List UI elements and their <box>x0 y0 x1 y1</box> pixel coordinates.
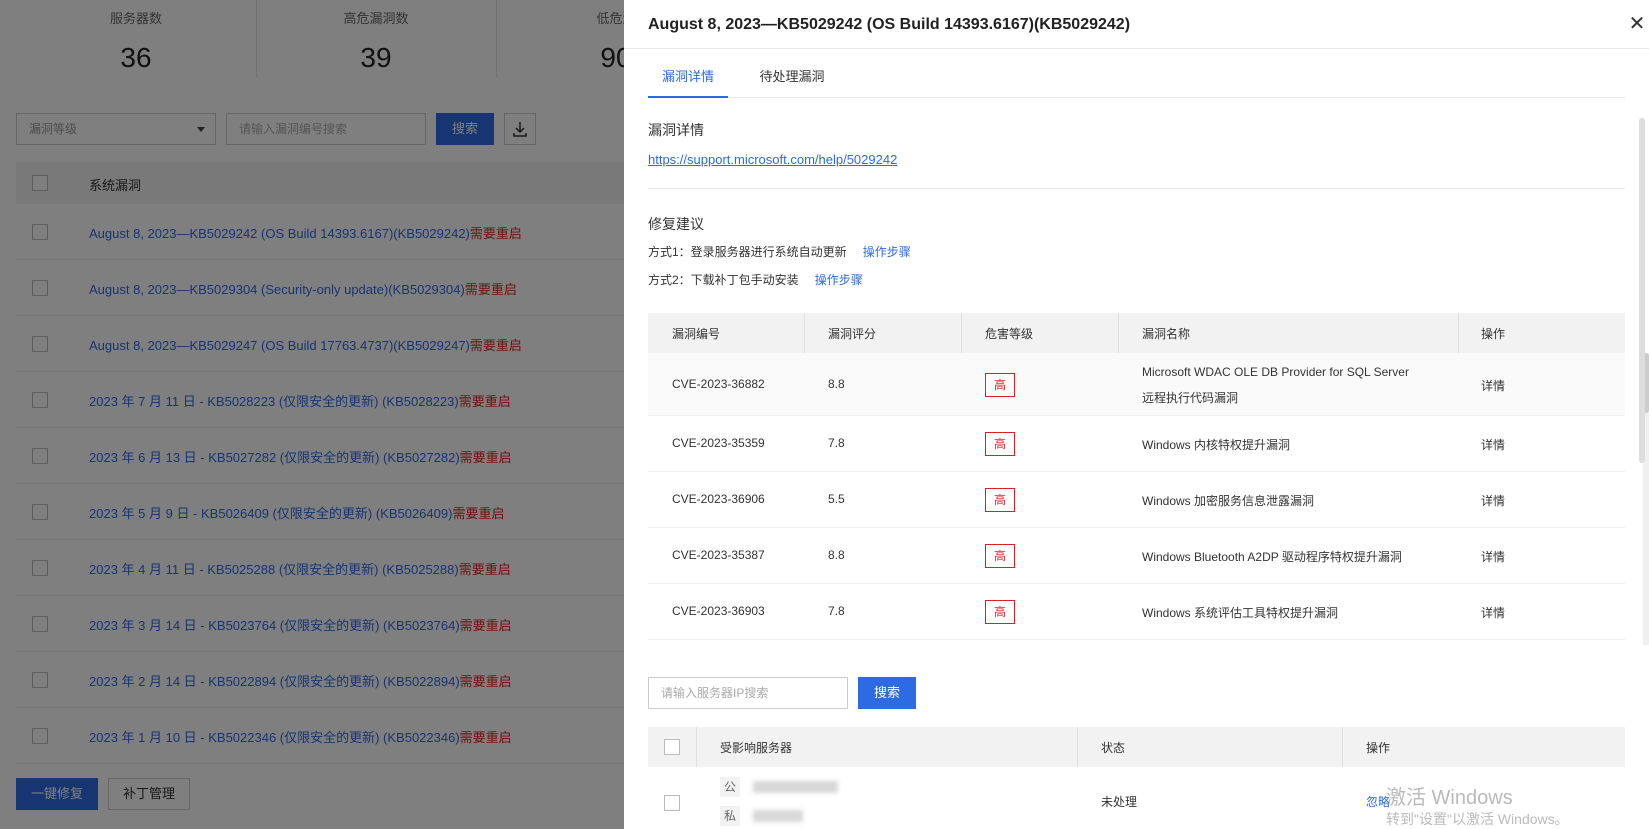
detail-link[interactable]: 详情 <box>1481 548 1505 565</box>
activation-watermark-subtitle: 转到"设置"以激活 Windows。 <box>1386 811 1569 827</box>
column-header: 受影响服务器 <box>720 741 793 755</box>
column-header: 漏洞编号 <box>672 327 721 341</box>
severity-badge: 高 <box>985 373 1015 397</box>
fix-way-1: 方式1：登录服务器进行系统自动更新 操作步骤 <box>648 243 911 260</box>
severity-badge: 高 <box>985 544 1015 568</box>
select-all-checkbox[interactable] <box>664 739 680 755</box>
divider <box>624 48 1649 49</box>
detail-drawer: August 8, 2023—KB5029242 (OS Build 14393… <box>624 0 1649 829</box>
status-text: 未处理 <box>1101 795 1138 809</box>
divider <box>804 313 805 353</box>
divider <box>1077 727 1078 767</box>
cve-id: CVE-2023-35359 <box>672 436 765 450</box>
private-ip-tag: 私 <box>720 806 740 826</box>
column-header: 漏洞评分 <box>828 327 877 341</box>
divider <box>1118 313 1119 353</box>
vuln-name-line2: 远程执行代码漏洞 <box>1142 391 1239 405</box>
severity-badge: 高 <box>985 488 1015 512</box>
server-search-button[interactable]: 搜索 <box>858 677 916 709</box>
cvss-score: 5.5 <box>828 492 845 506</box>
fix-way-text: 方式1：登录服务器进行系统自动更新 <box>648 245 847 259</box>
cve-id: CVE-2023-36906 <box>672 492 765 506</box>
column-header: 操作 <box>1481 327 1506 341</box>
table-header: 漏洞编号 漏洞评分 危害等级 漏洞名称 操作 <box>648 313 1625 353</box>
public-ip-tag: 公 <box>720 777 740 797</box>
column-header: 操作 <box>1366 741 1391 755</box>
server-table-header: 受影响服务器 状态 操作 <box>648 727 1625 767</box>
vuln-name: Windows 系统评估工具特权提升漏洞 <box>1142 606 1339 620</box>
vuln-name: Windows Bluetooth A2DP 驱动程序特权提升漏洞 <box>1142 550 1402 564</box>
cve-id: CVE-2023-36903 <box>672 604 765 618</box>
close-icon[interactable]: ✕ <box>1625 12 1649 36</box>
masked-public-ip <box>753 781 838 793</box>
section-title-fix: 修复建议 <box>648 216 704 232</box>
drawer-title: August 8, 2023—KB5029242 (OS Build 14393… <box>648 16 1131 33</box>
divider <box>1342 727 1343 767</box>
fix-way-text: 方式2：下载补丁包手动安装 <box>648 273 799 287</box>
row-checkbox[interactable] <box>664 795 680 811</box>
vuln-name: Windows 内核特权提升漏洞 <box>1142 438 1291 452</box>
cvss-score: 7.8 <box>828 604 845 618</box>
server-ip-search-input[interactable]: 请输入服务器IP搜索 <box>648 677 848 709</box>
cve-id: CVE-2023-35387 <box>672 548 765 562</box>
detail-link[interactable]: 详情 <box>1481 492 1505 509</box>
tab-pending-vulns[interactable]: 待处理漏洞 <box>752 60 832 98</box>
tab-vuln-detail[interactable]: 漏洞详情 <box>648 60 728 98</box>
severity-badge: 高 <box>985 600 1015 624</box>
section-title-detail: 漏洞详情 <box>648 122 704 138</box>
cvss-score: 8.8 <box>828 548 845 562</box>
tab-bar: 漏洞详情 待处理漏洞 <box>648 60 1625 98</box>
column-header: 漏洞名称 <box>1142 327 1191 341</box>
steps-link[interactable]: 操作步骤 <box>815 273 863 287</box>
table-row: CVE-2023-36882 8.8 高 Microsoft WDAC OLE DB … <box>648 353 1625 416</box>
divider <box>1458 313 1459 353</box>
cve-id: CVE-2023-36882 <box>672 377 765 391</box>
masked-private-ip <box>753 810 803 822</box>
support-link[interactable]: https://support.microsoft.com/help/50292… <box>648 152 897 167</box>
cvss-score: 7.8 <box>828 436 845 450</box>
table-row: CVE-2023-35387 8.8 高 Windows Bluetooth A2DP… <box>648 528 1625 584</box>
vuln-name: Windows 加密服务信息泄露漏洞 <box>1142 494 1315 508</box>
severity-badge: 高 <box>985 432 1015 456</box>
activation-watermark-title: 激活 Windows <box>1386 787 1513 809</box>
drawer-scrollbar[interactable] <box>1639 118 1645 463</box>
divider <box>696 727 697 767</box>
steps-link[interactable]: 操作步骤 <box>863 245 911 259</box>
vuln-name: Microsoft WDAC OLE DB Provider for SQL S… <box>1142 365 1409 379</box>
cvss-score: 8.8 <box>828 377 845 391</box>
table-row: CVE-2023-36903 7.8 高 Windows 系统评估工具特权提升漏洞 详情 <box>648 584 1625 640</box>
column-header: 危害等级 <box>985 327 1034 341</box>
detail-link[interactable]: 详情 <box>1481 377 1505 394</box>
table-row: CVE-2023-35359 7.8 高 Windows 内核特权提升漏洞 详情 <box>648 416 1625 472</box>
divider <box>961 313 962 353</box>
detail-link[interactable]: 详情 <box>1481 604 1505 621</box>
detail-link[interactable]: 详情 <box>1481 436 1505 453</box>
table-row: CVE-2023-36906 5.5 高 Windows 加密服务信息泄露漏洞 详情 <box>648 472 1625 528</box>
divider <box>648 188 1625 189</box>
fix-way-2: 方式2：下载补丁包手动安装 操作步骤 <box>648 271 863 288</box>
column-header: 状态 <box>1101 741 1126 755</box>
